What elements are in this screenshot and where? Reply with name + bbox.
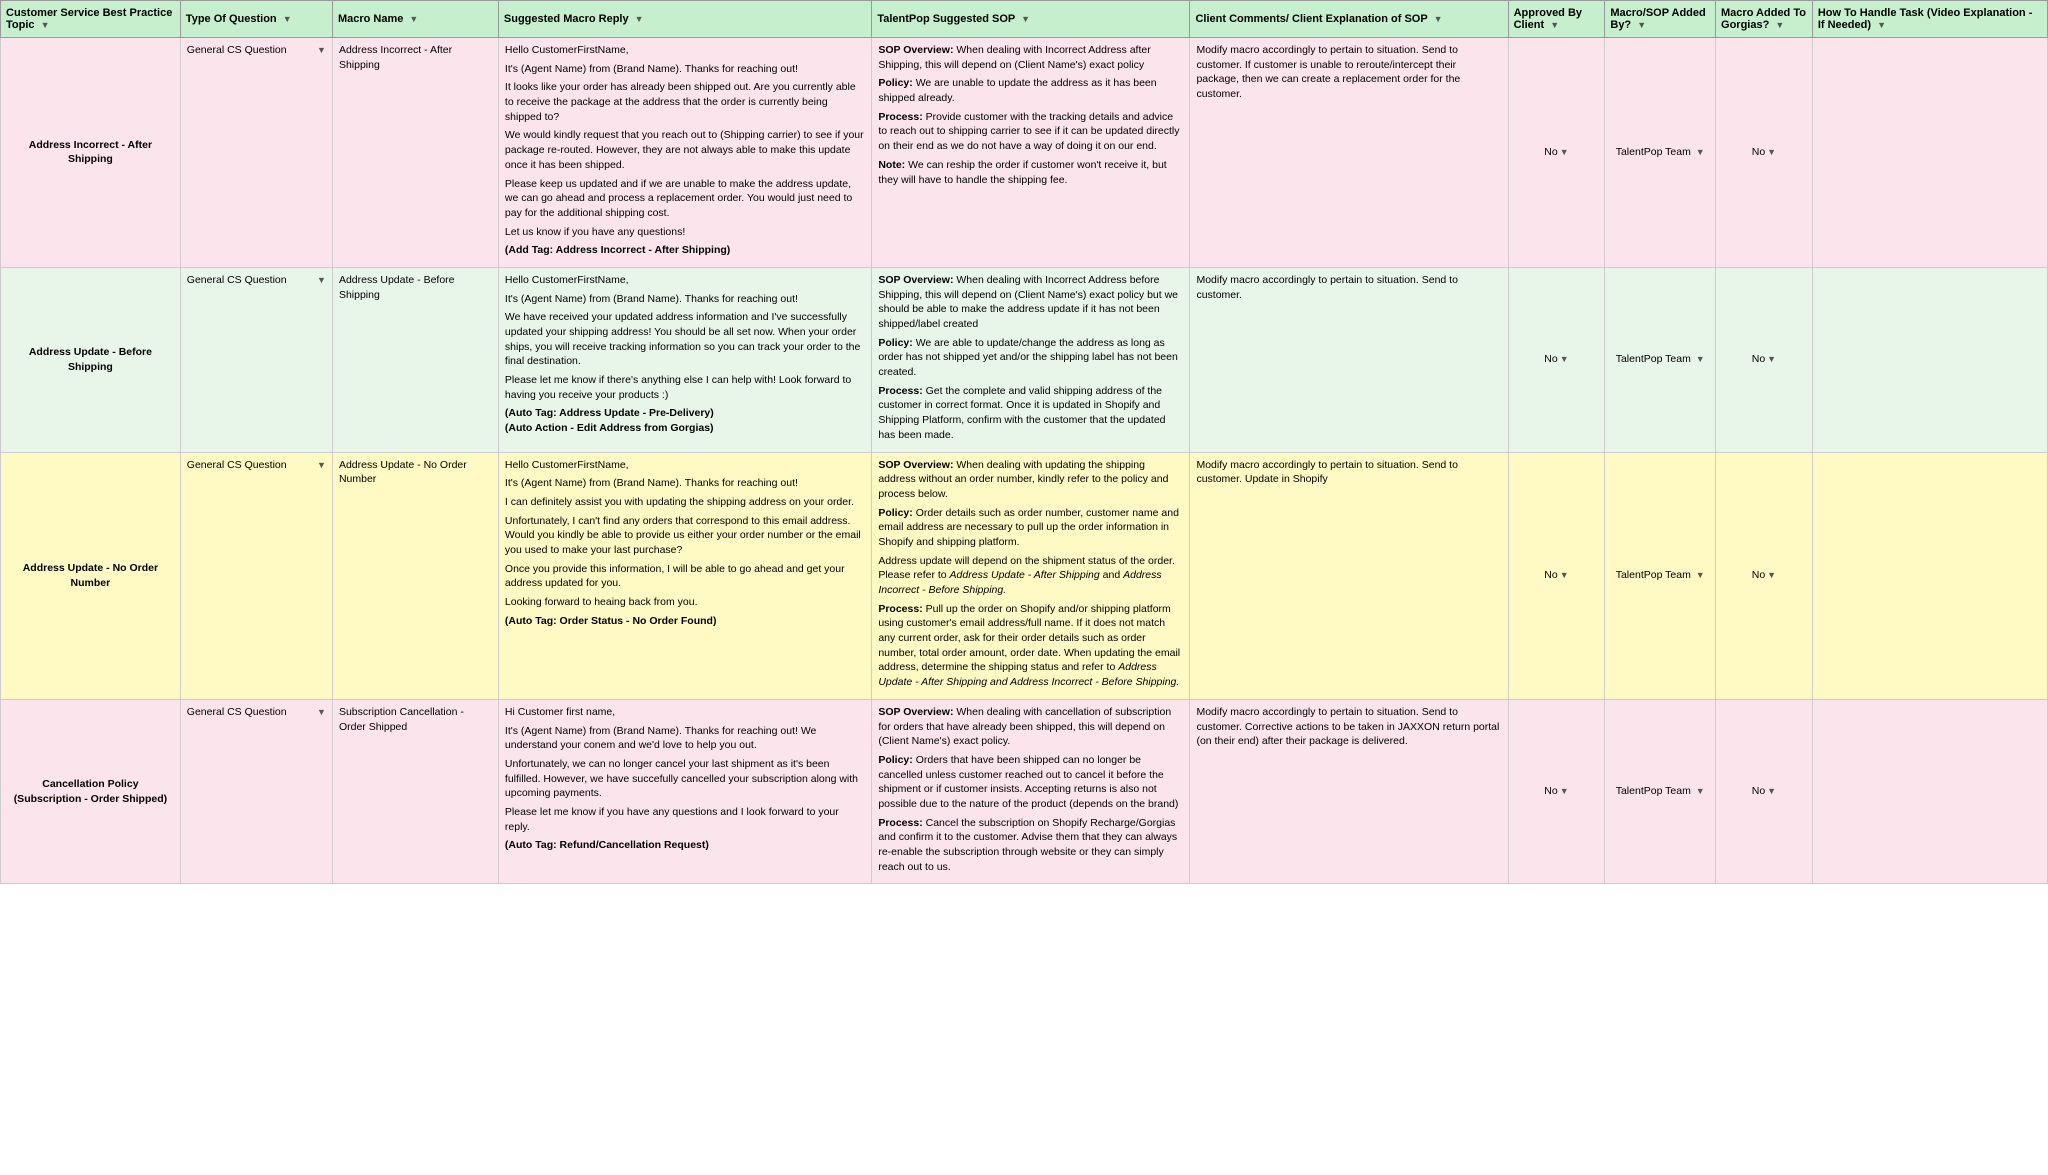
table-row: Address Update - Before Shipping General… [1,267,2048,452]
cell-macro-3: No ▼ [1716,452,1813,699]
filter-icon-type[interactable]: ▼ [283,14,292,24]
cell-approved-1: No ▼ [1508,38,1605,268]
table-row: Address Incorrect - After Shipping Gener… [1,38,2048,268]
cell-topic-3: Address Update - No Order Number [1,452,181,699]
cell-sop-1: SOP Overview: When dealing with Incorrec… [872,38,1190,268]
cell-reply-1: Hello CustomerFirstName, It's (Agent Nam… [498,38,871,268]
cell-reply-3: Hello CustomerFirstName, It's (Agent Nam… [498,452,871,699]
dropdown-arrow-type-1[interactable]: ▼ [317,44,326,57]
cell-approved-4: No ▼ [1508,699,1605,884]
header-sop: TalentPop Suggested SOP ▼ [872,1,1190,38]
cell-comments-1: Modify macro accordingly to pertain to s… [1190,38,1508,268]
dropdown-arrow-type-4[interactable]: ▼ [317,706,326,719]
header-type: Type Of Question ▼ [180,1,332,38]
dropdown-arrow-addedby-2[interactable]: ▼ [1696,354,1705,364]
cell-howto-3 [1812,452,2047,699]
filter-icon-reply[interactable]: ▼ [635,14,644,24]
cell-name-4: Subscription Cancellation - Order Shippe… [332,699,498,884]
cell-reply-4: Hi Customer first name, It's (Agent Name… [498,699,871,884]
dropdown-arrow-macro-2[interactable]: ▼ [1767,353,1776,366]
filter-icon-topic[interactable]: ▼ [41,20,50,30]
header-addedby: Macro/SOP Added By? ▼ [1605,1,1716,38]
cell-topic-1: Address Incorrect - After Shipping [1,38,181,268]
cell-topic-2: Address Update - Before Shipping [1,267,181,452]
cell-type-1: General CS Question ▼ [180,38,332,268]
cell-macro-2: No ▼ [1716,267,1813,452]
cell-comments-2: Modify macro accordingly to pertain to s… [1190,267,1508,452]
cell-howto-4 [1812,699,2047,884]
cell-approved-2: No ▼ [1508,267,1605,452]
table-row: Address Update - No Order Number General… [1,452,2048,699]
cell-name-3: Address Update - No Order Number [332,452,498,699]
dropdown-arrow-addedby-1[interactable]: ▼ [1696,147,1705,157]
filter-icon-macro[interactable]: ▼ [1775,20,1784,30]
cell-type-2: General CS Question ▼ [180,267,332,452]
cell-sop-4: SOP Overview: When dealing with cancella… [872,699,1190,884]
filter-icon-approved[interactable]: ▼ [1550,20,1559,30]
cell-reply-2: Hello CustomerFirstName, It's (Agent Nam… [498,267,871,452]
dropdown-arrow-type-2[interactable]: ▼ [317,274,326,287]
cell-name-2: Address Update - Before Shipping [332,267,498,452]
dropdown-arrow-macro-3[interactable]: ▼ [1767,569,1776,582]
cs-practice-table: Customer Service Best Practice Topic ▼ T… [0,0,2048,884]
dropdown-arrow-macro-1[interactable]: ▼ [1767,146,1776,159]
cell-name-1: Address Incorrect - After Shipping [332,38,498,268]
dropdown-arrow-type-3[interactable]: ▼ [317,459,326,472]
cell-addedby-1: TalentPop Team ▼ [1605,38,1716,268]
cell-howto-1 [1812,38,2047,268]
cell-comments-3: Modify macro accordingly to pertain to s… [1190,452,1508,699]
filter-icon-comments[interactable]: ▼ [1434,14,1443,24]
filter-icon-addedby[interactable]: ▼ [1637,20,1646,30]
header-name: Macro Name ▼ [332,1,498,38]
table-row: Cancellation Policy (Subscription - Orde… [1,699,2048,884]
filter-icon-name[interactable]: ▼ [409,14,418,24]
header-approved: Approved By Client ▼ [1508,1,1605,38]
filter-icon-howto[interactable]: ▼ [1877,20,1886,30]
header-macro: Macro Added To Gorgias? ▼ [1716,1,1813,38]
dropdown-arrow-macro-4[interactable]: ▼ [1767,785,1776,798]
dropdown-arrow-approved-4[interactable]: ▼ [1560,785,1569,798]
dropdown-arrow-approved-2[interactable]: ▼ [1560,353,1569,366]
filter-icon-sop[interactable]: ▼ [1021,14,1030,24]
header-howto: How To Handle Task (Video Explanation - … [1812,1,2047,38]
dropdown-arrow-addedby-3[interactable]: ▼ [1696,570,1705,580]
cell-addedby-3: TalentPop Team ▼ [1605,452,1716,699]
cell-addedby-2: TalentPop Team ▼ [1605,267,1716,452]
dropdown-arrow-approved-3[interactable]: ▼ [1560,569,1569,582]
cell-sop-3: SOP Overview: When dealing with updating… [872,452,1190,699]
cell-comments-4: Modify macro accordingly to pertain to s… [1190,699,1508,884]
cell-approved-3: No ▼ [1508,452,1605,699]
dropdown-arrow-approved-1[interactable]: ▼ [1560,146,1569,159]
cell-type-4: General CS Question ▼ [180,699,332,884]
header-comments: Client Comments/ Client Explanation of S… [1190,1,1508,38]
cell-sop-2: SOP Overview: When dealing with Incorrec… [872,267,1190,452]
cell-topic-4: Cancellation Policy (Subscription - Orde… [1,699,181,884]
header-reply: Suggested Macro Reply ▼ [498,1,871,38]
dropdown-arrow-addedby-4[interactable]: ▼ [1696,786,1705,796]
cell-type-3: General CS Question ▼ [180,452,332,699]
header-topic: Customer Service Best Practice Topic ▼ [1,1,181,38]
cell-macro-4: No ▼ [1716,699,1813,884]
cell-addedby-4: TalentPop Team ▼ [1605,699,1716,884]
main-table-container: Customer Service Best Practice Topic ▼ T… [0,0,2048,884]
cell-macro-1: No ▼ [1716,38,1813,268]
cell-howto-2 [1812,267,2047,452]
